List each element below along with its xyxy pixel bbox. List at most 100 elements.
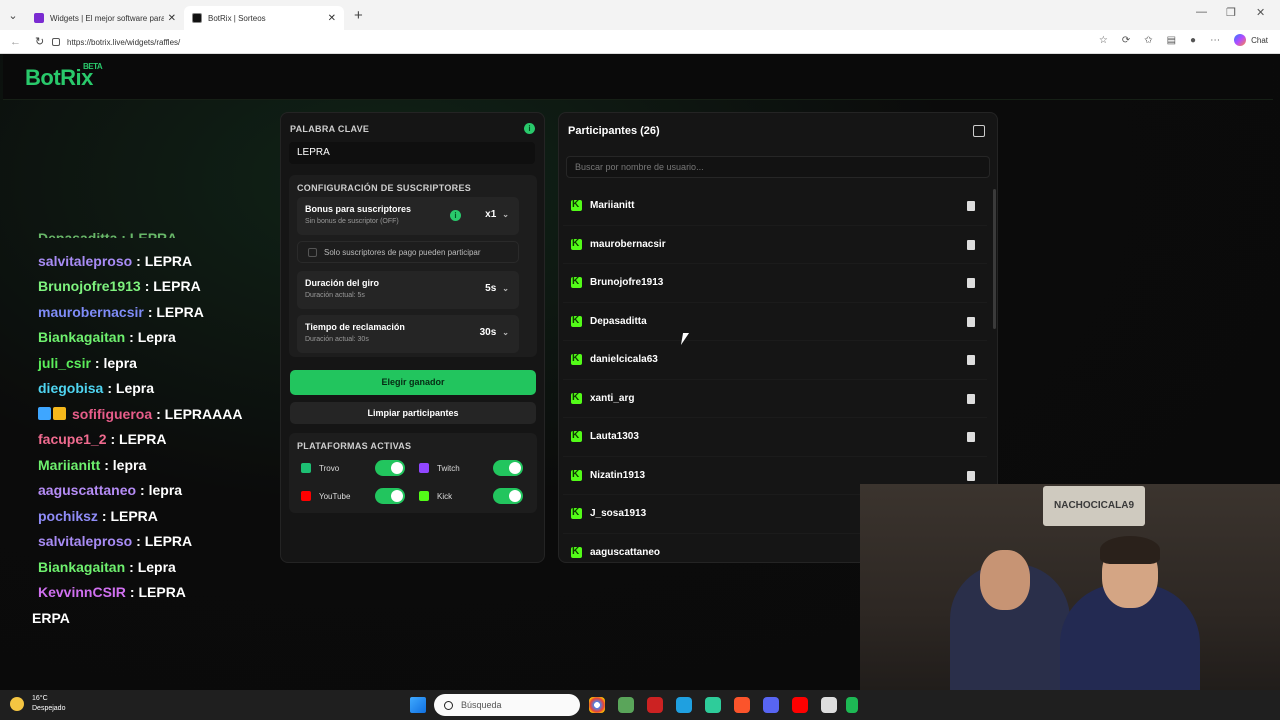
close-tab-icon[interactable]: ✕: [328, 13, 336, 24]
more-menu-icon[interactable]: ⋯: [1210, 35, 1220, 46]
trash-icon[interactable]: [967, 239, 975, 250]
chat-line: diegobisa: Lepra: [0, 376, 270, 402]
botrix-logo[interactable]: BotRix BETA: [25, 62, 103, 91]
chat-message: : LEPRA: [147, 303, 204, 320]
windows-taskbar: 16°C Despejado Búsqueda: [0, 690, 1280, 720]
taskbar-search[interactable]: Búsqueda: [434, 694, 580, 716]
platform-name: Kick: [437, 491, 453, 501]
tab-botrix[interactable]: BotRix | Sorteos ✕: [184, 6, 344, 30]
minimize-icon[interactable]: —: [1196, 6, 1207, 18]
browser-toolbar-icons: ☆ ⟳ ✩ ▤ ● ⋯ Chat: [1099, 34, 1268, 46]
weather-widget[interactable]: 16°C Despejado: [10, 694, 65, 714]
trash-icon[interactable]: [967, 278, 975, 288]
pick-winner-button[interactable]: Elegir ganador: [290, 370, 536, 395]
reload-icon[interactable]: ↻: [35, 35, 44, 48]
site-info-icon[interactable]: [52, 38, 60, 46]
trash-icon[interactable]: [967, 355, 975, 365]
chat-message: : LEPRA: [144, 278, 201, 295]
participant-name: Lauta1303: [590, 431, 639, 443]
checkbox-icon[interactable]: [308, 248, 317, 257]
bonus-select[interactable]: x1 ⌄: [485, 209, 509, 220]
app-header: BotRix BETA: [3, 54, 1273, 100]
chat-username: Biankagaitan: [38, 558, 126, 575]
brave-icon[interactable]: [734, 697, 750, 713]
participant-name: Depasaditta: [590, 315, 647, 327]
chat-message: : LEPRA: [101, 507, 158, 524]
person-left-head: [980, 550, 1030, 610]
chrome-icon[interactable]: [589, 697, 605, 713]
chat-line: facupe1_2: LEPRA: [0, 427, 270, 453]
youtube-taskbar-icon[interactable]: [792, 697, 808, 713]
back-arrow-icon[interactable]: ←: [10, 36, 21, 48]
extensions-icon[interactable]: ⟳: [1122, 35, 1130, 46]
profile-avatar-icon[interactable]: ●: [1190, 35, 1196, 46]
clear-participants-button[interactable]: Limpiar participantes: [290, 402, 536, 424]
info-icon[interactable]: i: [524, 123, 535, 134]
chat-overlay: salvitaleproso: LEPRA Brunojofre1913: LEP…: [0, 248, 270, 631]
tab-list-chevron-icon[interactable]: ⌄: [0, 0, 26, 30]
chat-line: Biankagaitan: Lepra: [0, 325, 270, 351]
participant-name: Mariianitt: [590, 200, 635, 212]
favorite-star-icon[interactable]: ☆: [1099, 35, 1108, 46]
chat-username: diegobisa: [38, 380, 104, 397]
trovo-toggle[interactable]: [375, 460, 405, 476]
active-platforms-section: PLATAFORMAS ACTIVAS Trovo Twitch YouTube…: [289, 433, 537, 513]
spin-duration-value: 5s: [485, 283, 497, 294]
youtube-toggle[interactable]: [375, 488, 405, 504]
kick-toggle[interactable]: [493, 488, 523, 504]
new-tab-plus-icon[interactable]: +: [354, 7, 363, 24]
claim-time-value: 30s: [479, 327, 497, 338]
subscriber-config-section: CONFIGURACIÓN DE SUSCRIPTORES Bonus para…: [289, 175, 537, 357]
chat-message: ERPA: [32, 609, 70, 626]
twitch-toggle[interactable]: [493, 460, 523, 476]
chat-username: facupe1_2: [38, 431, 107, 448]
temperature: 16°C: [32, 695, 48, 702]
copilot-icon: [1234, 34, 1247, 46]
chat-message: : Lepra: [129, 329, 176, 346]
trash-icon[interactable]: [967, 201, 975, 211]
tab-widgets[interactable]: Widgets | El mejor software para p ✕: [26, 6, 184, 30]
close-tab-icon[interactable]: ✕: [168, 13, 176, 24]
discord-icon[interactable]: [763, 697, 779, 713]
spotify-icon[interactable]: [846, 697, 858, 713]
subscriber-config-title: CONFIGURACIÓN DE SUSCRIPTORES: [297, 183, 472, 193]
trash-icon[interactable]: [967, 432, 975, 442]
restore-icon[interactable]: ❐: [1226, 6, 1236, 19]
kick-platform-icon: [571, 199, 582, 212]
app-icon[interactable]: [647, 697, 663, 713]
bonus-info-icon[interactable]: i: [450, 210, 461, 221]
favorites-icon[interactable]: ✩: [1144, 35, 1152, 46]
platform-name: YouTube: [319, 491, 351, 501]
chevron-down-icon: ⌄: [502, 284, 509, 293]
app-icon-2[interactable]: [705, 697, 721, 713]
spin-duration-select[interactable]: 5s ⌄: [485, 283, 509, 294]
tab-favicon: [34, 13, 44, 23]
trash-icon[interactable]: [967, 316, 975, 327]
app-icon-3[interactable]: [821, 697, 837, 713]
participant-search-input[interactable]: Buscar por nombre de usuario...: [566, 156, 990, 178]
excel-icon[interactable]: [618, 697, 634, 713]
copilot-chat-button[interactable]: Chat: [1234, 34, 1268, 46]
url-field[interactable]: https://botrix.live/widgets/raffles/: [52, 33, 1112, 51]
paid-subs-only-checkbox[interactable]: Solo suscriptores de pago pueden partici…: [297, 241, 519, 263]
claim-time-select[interactable]: 30s ⌄: [480, 327, 509, 338]
keyword-input[interactable]: LEPRA: [289, 142, 535, 164]
participants-scrollbar[interactable]: [993, 189, 996, 329]
chat-line: salvitaleproso: LEPRA: [0, 248, 270, 274]
collections-icon[interactable]: ▤: [1167, 35, 1176, 46]
chat-line: aaguscattaneo: lepra: [0, 478, 270, 504]
kick-platform-icon: [571, 353, 582, 366]
windows-start-icon[interactable]: [410, 697, 426, 713]
participant-name: danielcicala63: [590, 354, 658, 366]
twitch-icon: [419, 463, 429, 473]
window-close-icon[interactable]: ✕: [1256, 6, 1265, 19]
trash-icon[interactable]: [967, 470, 975, 481]
subscriber-bonus-row: Bonus para suscriptores Sin bonus de sus…: [297, 197, 519, 235]
trash-icon[interactable]: [967, 393, 975, 404]
raffle-settings-card: PALABRA CLAVE i LEPRA CONFIGURACIÓN DE S…: [280, 112, 545, 563]
chat-message: : lepra: [104, 456, 147, 473]
kick-platform-icon: [571, 430, 582, 443]
edge-icon[interactable]: [676, 697, 692, 713]
copy-icon[interactable]: [973, 125, 985, 137]
spin-duration-title: Duración del giro: [305, 278, 380, 288]
